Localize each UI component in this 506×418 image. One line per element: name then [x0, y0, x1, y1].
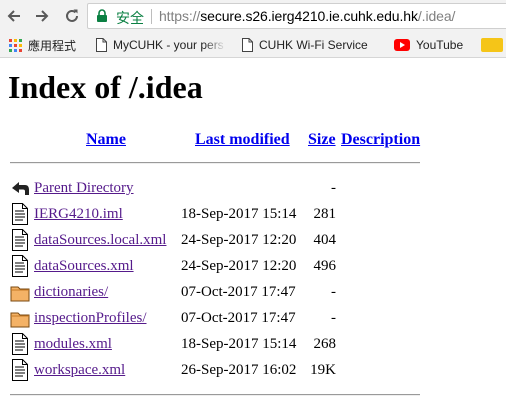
size-cell: 281 — [313, 206, 337, 222]
lock-icon — [97, 9, 107, 22]
last-modified-cell: 24-Sep-2017 12:20 — [181, 232, 297, 248]
bookmark-cuhk-wifi[interactable]: CUHK Wi-Fi Service — [242, 36, 368, 54]
sort-by-last-modified-link[interactable]: Last modified — [195, 130, 290, 150]
bookmark-youtube[interactable]: YouTube — [394, 36, 463, 54]
url-divider — [151, 9, 152, 24]
header-divider — [10, 162, 420, 164]
browser-toolbar: 安全 https://secure.s26.ierg4210.ie.cuhk.e… — [0, 0, 506, 33]
table-row: Parent Directory - — [0, 176, 506, 202]
folder-icon — [10, 312, 30, 328]
table-row: dataSources.local.xml 24-Sep-2017 12:20 … — [0, 228, 506, 254]
back-button[interactable] — [2, 4, 26, 28]
table-row: inspectionProfiles/ 07-Oct-2017 17:47 - — [0, 306, 506, 332]
last-modified-cell: 18-Sep-2017 15:14 — [181, 336, 297, 352]
bookmark-label: YouTube — [416, 38, 464, 52]
size-cell: 496 — [313, 258, 337, 274]
bookmarks-bar: 應用程式 MyCUHK - your pers CUHK Wi-Fi Servi… — [0, 33, 506, 58]
folder-icon — [10, 286, 30, 302]
folder-link[interactable]: inspectionProfiles/ — [34, 309, 147, 327]
url-path: /.idea/ — [417, 8, 456, 24]
imdb-icon — [481, 38, 503, 52]
text-file-icon — [12, 359, 28, 381]
size-cell: - — [331, 284, 336, 300]
text-file-icon — [12, 229, 28, 251]
page-icon — [242, 38, 253, 52]
size-cell: - — [331, 310, 336, 326]
table-row: dataSources.xml 24-Sep-2017 12:20 496 — [0, 254, 506, 280]
address-bar[interactable]: 安全 https://secure.s26.ierg4210.ie.cuhk.e… — [87, 3, 506, 29]
bookmark-label: 應用程式 — [28, 38, 77, 53]
text-file-icon — [12, 203, 28, 225]
url-text: https://secure.s26.ierg4210.ie.cuhk.edu.… — [159, 8, 455, 24]
file-link[interactable]: modules.xml — [34, 335, 112, 353]
file-link[interactable]: Parent Directory — [34, 179, 134, 197]
url-host: secure.s26.ierg4210.ie.cuhk.edu.hk — [200, 8, 418, 24]
last-modified-cell: 26-Sep-2017 16:02 — [181, 362, 297, 378]
bookmark-label: CUHK Wi-Fi Service — [259, 38, 368, 52]
bookmark-apps[interactable]: 應用程式 — [9, 36, 76, 54]
text-file-icon — [12, 333, 28, 355]
file-link[interactable]: dataSources.xml — [34, 257, 134, 275]
table-row: workspace.xml 26-Sep-2017 16:02 19K — [0, 358, 506, 384]
table-row: dictionaries/ 07-Oct-2017 17:47 - — [0, 280, 506, 306]
last-modified-cell: 24-Sep-2017 12:20 — [181, 258, 297, 274]
reload-button[interactable] — [60, 4, 84, 28]
page-title: Index of /.idea — [8, 69, 203, 105]
last-modified-cell: 07-Oct-2017 17:47 — [181, 310, 296, 326]
size-cell: 268 — [313, 336, 337, 352]
sort-by-name-link[interactable]: Name — [86, 130, 126, 150]
file-link[interactable]: dataSources.local.xml — [34, 231, 166, 249]
apps-grid-icon — [9, 38, 22, 52]
footer-divider — [10, 394, 420, 396]
page-icon — [96, 38, 107, 52]
back-arrow-icon — [12, 182, 29, 195]
bookmark-mycuhk[interactable]: MyCUHK - your pers — [96, 36, 226, 54]
last-modified-cell: 07-Oct-2017 17:47 — [181, 284, 296, 300]
youtube-icon — [394, 39, 410, 51]
folder-link[interactable]: dictionaries/ — [34, 283, 108, 301]
bookmark-imdb[interactable] — [481, 36, 506, 54]
back-arrow-icon — [7, 10, 20, 22]
size-cell: 404 — [313, 232, 337, 248]
forward-arrow-icon — [36, 10, 49, 22]
last-modified-cell: 18-Sep-2017 15:14 — [181, 206, 297, 222]
sort-by-description-link[interactable]: Description — [341, 130, 420, 150]
text-file-icon — [12, 255, 28, 277]
url-scheme: https:// — [159, 8, 201, 24]
security-label: 安全 — [116, 10, 144, 26]
reload-icon — [66, 9, 78, 22]
forward-button[interactable] — [30, 4, 54, 28]
file-link[interactable]: workspace.xml — [34, 361, 125, 379]
size-cell: 19K — [310, 362, 336, 378]
table-row: modules.xml 18-Sep-2017 15:14 268 — [0, 332, 506, 358]
sort-by-size-link[interactable]: Size — [308, 130, 336, 150]
file-link[interactable]: IERG4210.iml — [34, 205, 123, 223]
bookmark-label: MyCUHK - your pers — [113, 38, 224, 52]
table-row: IERG4210.iml 18-Sep-2017 15:14 281 — [0, 202, 506, 228]
size-cell: - — [331, 180, 336, 196]
